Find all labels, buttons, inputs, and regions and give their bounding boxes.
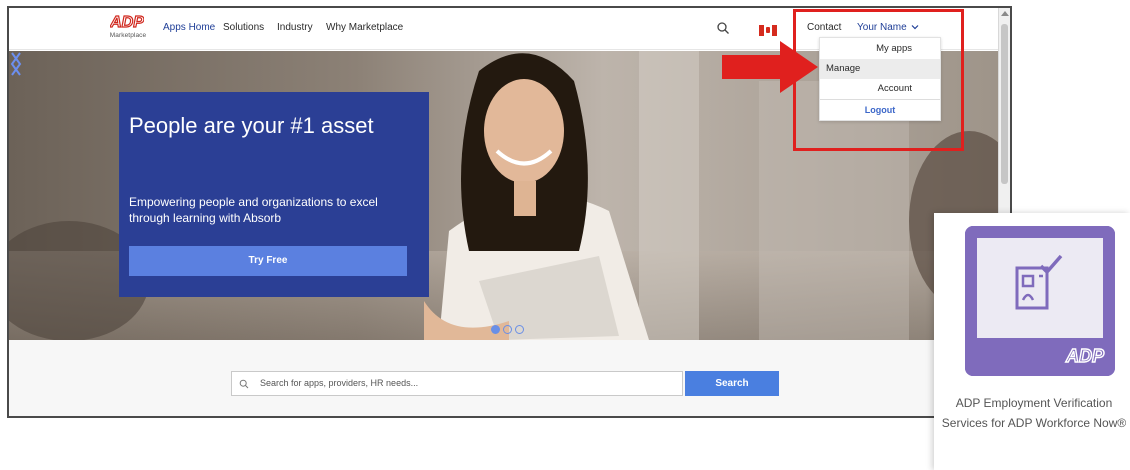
adp-logo-icon: ADP [110,13,144,30]
promo-title: People are your #1 asset [129,113,374,138]
promo-description: Empowering people and organizations to e… [129,195,378,225]
highlight-box [793,9,964,151]
canada-flag-icon[interactable] [759,25,777,36]
search-button[interactable]: Search [685,371,779,396]
search-section: Search for apps, providers, HR needs... … [9,340,999,416]
scrollbar-thumb[interactable] [1001,24,1008,184]
carousel-indicators [491,325,531,335]
search-input-icon [239,379,249,389]
search-placeholder: Search for apps, providers, HR needs... [260,378,419,388]
carousel-dot-1[interactable] [491,325,500,334]
promo-card: People are your #1 asset Empowering peop… [119,92,429,297]
nav-link-apps-home[interactable]: Apps Home [163,22,215,33]
chevron-right-icon[interactable] [9,51,23,77]
red-arrow-icon [722,41,818,93]
app-tile: ADP [965,226,1115,376]
screenshot-canvas: ADP Marketplace Apps Home Solutions Indu… [0,0,1130,470]
search-input[interactable]: Search for apps, providers, HR needs... [231,371,683,396]
logo-subtitle: Marketplace [109,32,147,39]
carousel-dot-3[interactable] [515,325,524,334]
scroll-up-icon[interactable] [1001,11,1009,16]
try-free-button[interactable]: Try Free [129,246,407,276]
adp-marketplace-logo[interactable]: ADP Marketplace [106,12,148,46]
app-name: ADP Employment Verification Services for… [941,396,1127,430]
nav-link-why-marketplace[interactable]: Why Marketplace [326,22,403,33]
nav-link-industry[interactable]: Industry [277,22,313,33]
svg-text:ADP: ADP [1065,346,1105,366]
search-icon[interactable] [716,21,730,35]
nav-link-solutions[interactable]: Solutions [223,22,264,33]
app-card[interactable]: ADP ADP Employment Verification Services… [934,213,1130,470]
verification-app-icon: ADP [965,226,1115,376]
carousel-dot-2[interactable] [503,325,512,334]
svg-text:ADP: ADP [110,14,144,30]
